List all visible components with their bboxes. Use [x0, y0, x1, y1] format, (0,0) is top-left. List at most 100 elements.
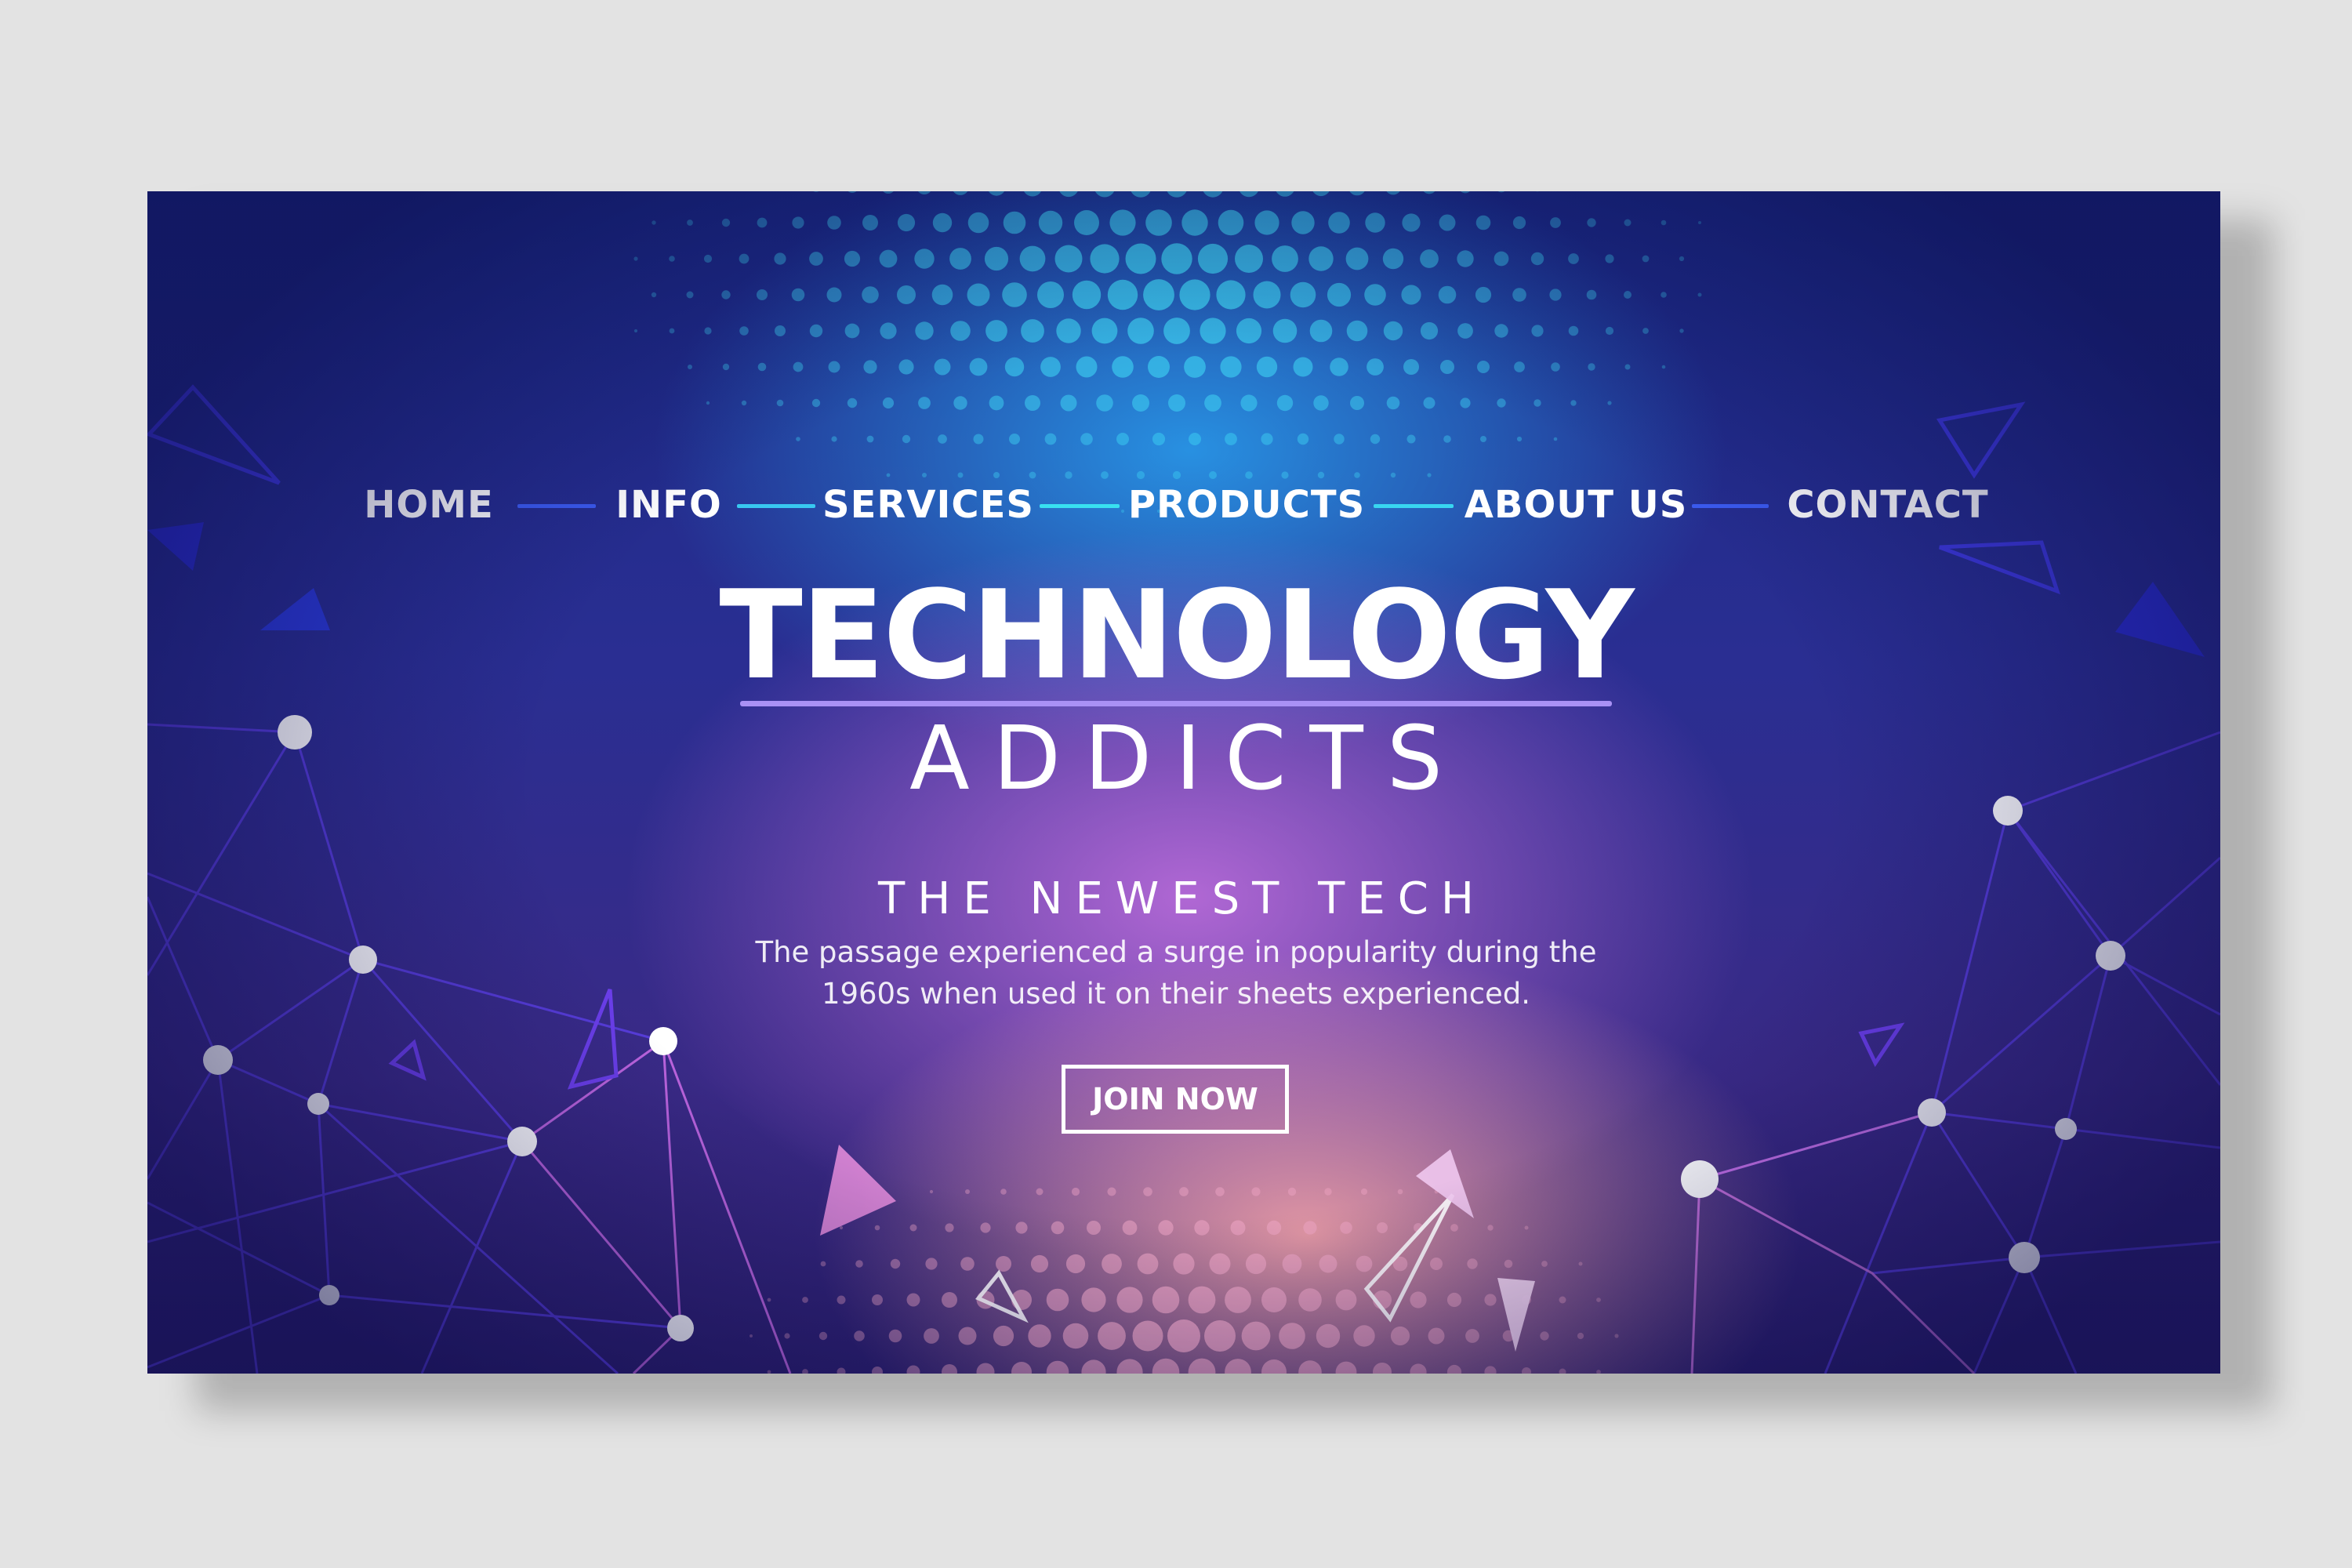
- halftone-dot: [1091, 318, 1118, 344]
- halftone-dot: [1029, 471, 1036, 479]
- nav-link-about-us[interactable]: ABOUT US: [1465, 481, 1688, 528]
- halftone-dot: [1116, 1359, 1143, 1374]
- halftone-dot: [1225, 1287, 1251, 1313]
- halftone-dot: [1383, 321, 1403, 341]
- halftone-dot: [1524, 1225, 1529, 1230]
- halftone-dot: [1370, 434, 1381, 445]
- halftone-dot: [721, 290, 731, 299]
- halftone-dot: [914, 249, 935, 269]
- nav-link-products[interactable]: PRODUCTS: [1128, 481, 1365, 528]
- halftone-dot: [1060, 394, 1077, 412]
- halftone-dot: [1317, 471, 1325, 479]
- halftone-dot: [1181, 209, 1208, 236]
- halftone-dot: [818, 1331, 828, 1341]
- halftone-dot: [1401, 285, 1421, 305]
- halftone-dot: [1494, 324, 1508, 338]
- halftone-dot: [1303, 1221, 1317, 1235]
- halftone-dot: [931, 284, 953, 306]
- halftone-dot: [1025, 395, 1040, 411]
- halftone-dot: [942, 1364, 957, 1374]
- halftone-dot: [1534, 399, 1541, 407]
- title-underline: [740, 701, 1612, 706]
- halftone-dot: [1570, 400, 1577, 406]
- halftone-dot: [652, 220, 656, 225]
- halftone-dot: [1251, 1187, 1261, 1196]
- halftone-dot: [1276, 191, 1294, 197]
- halftone-dot: [1586, 289, 1597, 300]
- halftone-dot: [1173, 1253, 1195, 1275]
- halftone-dot: [1319, 1254, 1338, 1273]
- halftone-dot: [1080, 433, 1093, 445]
- halftone-dot: [890, 1258, 901, 1269]
- nav-link-contact[interactable]: CONTACT: [1787, 481, 1988, 528]
- halftone-dot: [1420, 321, 1439, 340]
- halftone-dot: [1172, 470, 1181, 480]
- triangle-shapes: [147, 384, 2205, 1352]
- halftone-dot: [945, 1223, 954, 1232]
- halftone-dot: [980, 1222, 991, 1233]
- halftone-dot: [1152, 1358, 1180, 1374]
- halftone-dot: [1116, 433, 1129, 445]
- halftone-dot: [1423, 397, 1436, 409]
- halftone-dot: [855, 1260, 863, 1268]
- halftone-dot: [1406, 434, 1416, 444]
- halftone-dot: [1291, 211, 1315, 234]
- halftone-dot: [1216, 280, 1246, 310]
- nav-link-services[interactable]: SERVICES: [822, 481, 1034, 528]
- halftone-dot: [750, 1334, 753, 1338]
- halftone-dot: [960, 1257, 975, 1271]
- halftone-dot: [741, 400, 747, 406]
- halftone-dot: [1679, 256, 1685, 262]
- halftone-dot: [1245, 1253, 1267, 1275]
- halftone-dot: [1002, 282, 1027, 307]
- halftone-dot: [1209, 1253, 1231, 1275]
- halftone-dot: [837, 1367, 846, 1374]
- halftone-dot: [1480, 436, 1486, 442]
- halftone-dot: [1386, 191, 1400, 195]
- halftone-dot: [1568, 253, 1579, 264]
- halftone-dot: [1261, 1287, 1287, 1312]
- halftone-dot: [1698, 221, 1701, 224]
- halftone-dot: [1203, 191, 1223, 198]
- halftone-dot: [1504, 1259, 1513, 1269]
- halftone-dot: [949, 248, 971, 270]
- halftone-dot: [1596, 1298, 1601, 1302]
- halftone-dot: [1163, 318, 1190, 344]
- halftone-dot: [1386, 396, 1400, 410]
- halftone-dot: [1072, 280, 1102, 310]
- halftone-dot: [953, 396, 967, 410]
- nav-link-info[interactable]: INFO: [615, 481, 722, 528]
- halftone-dot: [1402, 213, 1421, 232]
- halftone-dot: [1245, 471, 1253, 479]
- halftone-dot: [1484, 1294, 1497, 1306]
- hero-title: TECHNOLOGY: [719, 564, 1634, 706]
- halftone-dot: [1446, 1292, 1462, 1308]
- halftone-dot: [1235, 245, 1263, 273]
- halftone-dot: [1312, 191, 1330, 197]
- halftone-dot: [1588, 363, 1595, 371]
- join-now-button[interactable]: JOIN NOW: [1062, 1065, 1289, 1134]
- halftone-dot: [1346, 320, 1368, 342]
- halftone-dot: [1309, 319, 1333, 343]
- halftone-dot: [1194, 1220, 1210, 1236]
- halftone-dot: [1549, 289, 1562, 301]
- halftone-dot: [882, 397, 895, 409]
- halftone-dot: [1204, 394, 1221, 412]
- halftone-dot: [1484, 1366, 1497, 1374]
- halftone-dot: [1019, 245, 1046, 272]
- nav-link-home[interactable]: HOME: [364, 481, 494, 528]
- halftone-dot: [1457, 323, 1473, 339]
- halftone-dot: [1167, 191, 1187, 198]
- halftone-dot: [633, 328, 638, 333]
- halftone-dot: [1261, 433, 1273, 445]
- halftone-dot: [1354, 472, 1360, 478]
- halftone-dot: [1204, 1320, 1236, 1352]
- halftone-dot: [669, 256, 675, 262]
- halftone-dot: [1107, 279, 1138, 310]
- halftone-dot: [1335, 1361, 1357, 1374]
- halftone-dot: [989, 395, 1004, 411]
- halftone-dot: [1122, 1220, 1138, 1236]
- halftone-dot: [1551, 362, 1560, 372]
- halftone-dot: [1497, 191, 1505, 193]
- halftone-dot: [1467, 1258, 1478, 1269]
